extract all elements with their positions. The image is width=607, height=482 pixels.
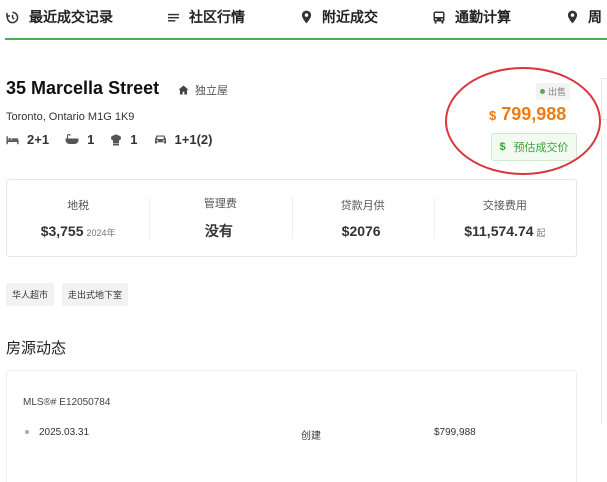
listing-address: Toronto, Ontario M1G 1K9 (6, 111, 135, 123)
kitchens-value: 1 (130, 132, 138, 147)
stat-label: 地税 (67, 200, 90, 212)
estimate-price-button[interactable]: $ 预估成交价 (491, 133, 577, 161)
property-type: 独立屋 (178, 82, 228, 98)
listing-price: $799,988 (489, 104, 566, 125)
history-event: 创建 (301, 431, 321, 442)
dollar-icon: $ (499, 141, 506, 153)
history-date: 2025.03.31 (39, 427, 90, 438)
nav-community[interactable]: 社区行情 (168, 7, 245, 27)
stat-maintenance-fee: 管理费 没有 (149, 180, 291, 256)
history-icon (6, 11, 19, 23)
car-icon (154, 135, 166, 144)
status-label: 出售 (548, 87, 567, 97)
house-icon (178, 85, 189, 95)
kitchens: 1 (110, 132, 138, 147)
timeline-dot (25, 430, 29, 434)
bathrooms: 1 (65, 132, 94, 147)
nav-nearby-sales[interactable]: 附近成交 (301, 7, 378, 27)
parking-value: 1+1(2) (174, 132, 213, 147)
side-panel-edge (601, 135, 607, 425)
history-price: $799,988 (434, 427, 476, 438)
listing-history: MLS®# E12050784 2025.03.31 创建 $799,988 (6, 370, 577, 482)
top-nav: 最近成交记录 社区行情 附近成交 通勤计算 周 (0, 0, 607, 40)
tag: 华人超市 (6, 283, 55, 306)
estimate-price-label: 预估成交价 (513, 142, 569, 154)
stat-value: $2076 (341, 223, 381, 239)
nav-surroundings[interactable]: 周 (567, 7, 602, 27)
listing-title: 35 Marcella Street (6, 78, 160, 98)
property-type-label: 独立屋 (195, 85, 228, 97)
stat-value: $11,574.74 起 (464, 223, 546, 239)
listing-features: 2+1 1 1 1+1(2) (6, 132, 228, 147)
side-panel-edge (601, 78, 607, 120)
nav-label: 最近成交记录 (29, 9, 113, 25)
location-pin-icon (567, 10, 578, 24)
parking: 1+1(2) (154, 132, 213, 147)
stat-label: 管理费 (203, 198, 237, 210)
nav-commute[interactable]: 通勤计算 (433, 7, 511, 27)
chef-hat-icon (111, 133, 122, 145)
bedrooms-value: 2+1 (27, 132, 50, 147)
feature-tags: 华人超市 走出式地下室 (6, 283, 136, 306)
stat-sub: 2024年 (86, 228, 116, 238)
location-pin-icon (301, 10, 312, 24)
section-title: 房源动态 (6, 340, 67, 357)
stat-mortgage[interactable]: 贷款月供 $2076 (291, 180, 434, 256)
list-icon (168, 13, 179, 22)
tag: 走出式地下室 (62, 283, 129, 306)
bathrooms-value: 1 (87, 132, 95, 147)
stat-value: $3,755 2024年 (40, 223, 116, 239)
bed-icon (6, 135, 19, 144)
nav-label: 附近成交 (322, 9, 378, 25)
price-value: 799,988 (501, 104, 567, 124)
bathtub-icon (65, 134, 79, 144)
bedrooms: 2+1 (6, 132, 49, 147)
status-badge: 出售 (536, 83, 571, 100)
price-currency: $ (489, 108, 497, 123)
nav-underline (5, 38, 607, 40)
status-dot (540, 89, 545, 94)
stat-sub: 起 (536, 228, 546, 238)
nav-recent-sales[interactable]: 最近成交记录 (6, 7, 113, 27)
nav-label: 社区行情 (189, 9, 245, 25)
bus-icon (433, 11, 445, 23)
stat-value: 没有 (204, 223, 233, 239)
stat-property-tax: 地税 $3,755 2024年 (7, 180, 149, 256)
cost-stats: 地税 $3,755 2024年 管理费 没有 贷款月供 $2076 交接费用 $1… (6, 179, 577, 257)
stat-label: 贷款月供 (340, 200, 385, 212)
nav-label: 周 (588, 9, 602, 25)
stat-closing-cost[interactable]: 交接费用 $11,574.74 起 (433, 180, 576, 256)
stat-label: 交接费用 (482, 200, 527, 212)
mls-number: MLS®# E12050784 (23, 397, 111, 408)
nav-label: 通勤计算 (455, 9, 511, 25)
